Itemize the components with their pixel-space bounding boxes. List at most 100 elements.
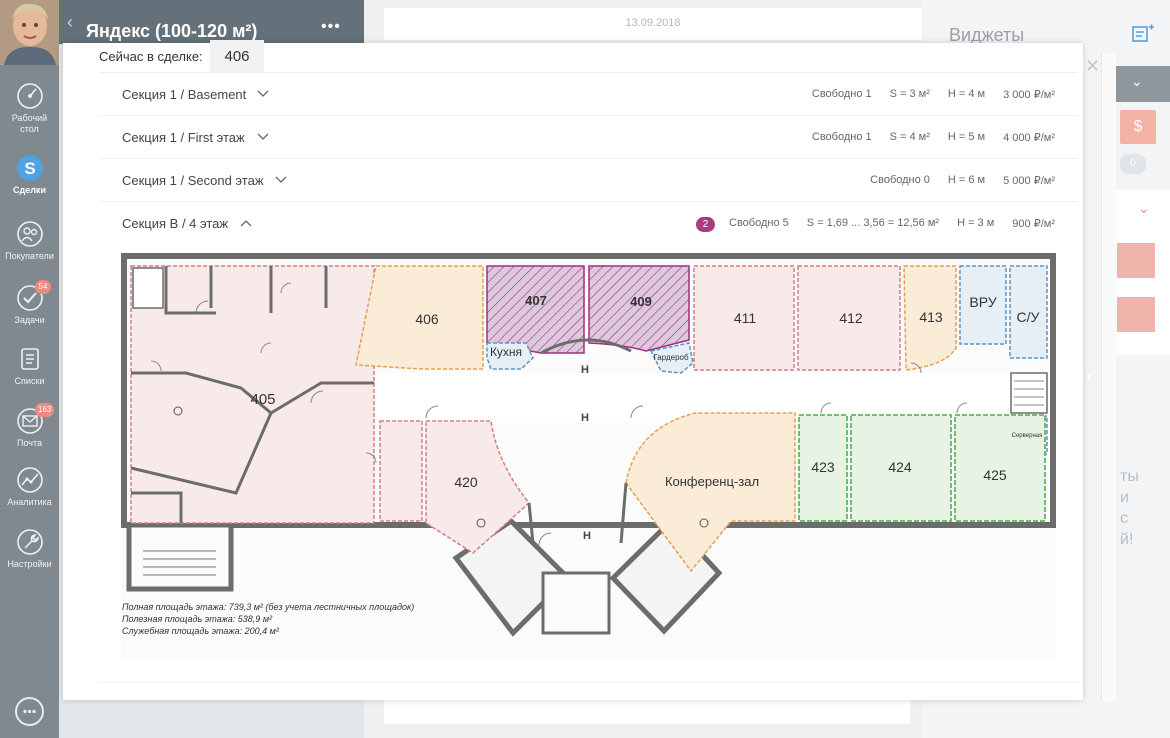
room-425[interactable]: 425	[983, 467, 1007, 483]
nav-buyers[interactable]: Покупатели	[0, 220, 59, 262]
dollar-icon: S	[16, 155, 43, 181]
room-423[interactable]: 423	[811, 459, 835, 475]
chevron-down-icon	[257, 133, 269, 140]
price: 900 ₽/м²	[1012, 218, 1055, 230]
price: 3 000 ₽/м²	[1003, 89, 1055, 101]
note-useful-area: Полезная площадь этажа: 538,9 м²	[122, 614, 273, 624]
users-icon	[16, 221, 43, 247]
deal-header: ‹ Яндекс (100-120 м²) •••	[59, 0, 364, 44]
svg-text:H: H	[583, 530, 591, 542]
nav-label: Настройки	[7, 559, 52, 569]
mail-badge: 163	[35, 403, 55, 417]
wrench-icon	[16, 529, 43, 555]
free-count: Свободно 0	[870, 174, 930, 186]
sidebar: Рабочий стол S Сделки Покупатели 54 Зада…	[0, 0, 59, 738]
section-row[interactable]: Секция 1 / Basement Свободно 1 S = 3 м² …	[99, 72, 1078, 115]
area: S = 1,69 ... 3,56 = 12,56 м²	[806, 217, 940, 229]
nav-label: Покупатели	[5, 251, 54, 261]
close-icon[interactable]: ✕	[1085, 56, 1100, 77]
chat-icon	[23, 709, 36, 714]
widget-count: 0	[1120, 154, 1146, 174]
nav-deals[interactable]: S Сделки	[0, 154, 59, 196]
room-server[interactable]: Серверная	[1012, 433, 1043, 439]
room-409[interactable]: 409	[630, 294, 652, 309]
section-name: Секция 1 / Basement	[122, 87, 247, 102]
section-name: Секция 1 / First этаж	[122, 130, 245, 145]
height: H = 6 м	[947, 174, 986, 186]
room-406[interactable]: 406	[415, 311, 439, 327]
free-count: Свободно 1	[811, 131, 872, 143]
floor-plan: HHH 405 406 407 409 411 412 413 ВРУ С/У …	[121, 253, 1056, 660]
chevron-down-icon	[275, 176, 287, 183]
height: H = 3 м	[957, 217, 995, 229]
room-wardrobe[interactable]: Гардероб	[653, 353, 689, 362]
svg-text:H: H	[581, 412, 589, 424]
nav-analytics[interactable]: Аналитика	[0, 466, 59, 508]
height: H = 5 м	[947, 131, 986, 143]
free-count: Свободно 1	[811, 88, 872, 100]
deal-title: Яндекс (100-120 м²)	[86, 21, 258, 41]
area: S = 3 м²	[889, 88, 930, 100]
section-row[interactable]: Секция 1 / First этаж Свободно 1 S = 4 м…	[99, 115, 1078, 158]
area: S = 4 м²	[889, 131, 930, 143]
free-count: Свободно 5	[729, 217, 789, 229]
tasks-badge: 54	[35, 280, 51, 294]
nav-tasks[interactable]: 54 Задачи	[0, 280, 59, 326]
section-row-expanded[interactable]: Секция B / 4 этаж 2 Свободно 5 S = 1,69 …	[99, 201, 1078, 244]
add-widget-icon[interactable]	[1132, 24, 1154, 44]
room-413[interactable]: 413	[919, 309, 943, 325]
room-411[interactable]: 411	[734, 310, 757, 326]
chevron-down-icon[interactable]: ⌄	[1138, 200, 1150, 217]
section-stats: Свободно 1 S = 4 м² H = 5 м 4 000 ₽/м²	[812, 131, 1055, 144]
divider	[99, 682, 1078, 683]
section-row[interactable]: Секция 1 / Second этаж Свободно 0 H = 6 …	[99, 158, 1078, 201]
current-value: 406	[210, 40, 264, 73]
widget-header[interactable]: ⌄	[1115, 66, 1170, 102]
section-name: Секция 1 / Second этаж	[122, 173, 264, 188]
avatar[interactable]	[0, 0, 59, 65]
current-label: Сейчас в сделке:	[99, 49, 203, 64]
nav-mail[interactable]: 163 Почта	[0, 403, 59, 449]
chevron-up-icon	[240, 220, 252, 227]
room-kitchen[interactable]: Кухня	[490, 345, 522, 359]
room-407[interactable]: 407	[525, 293, 547, 308]
date-label: 13.09.2018	[384, 8, 922, 40]
room-412[interactable]: 412	[839, 310, 863, 326]
note-service-area: Служебная площадь этажа: 200,4 м²	[122, 626, 280, 636]
section-stats: Свободно 0 H = 6 м 5 000 ₽/м²	[870, 174, 1055, 187]
speedometer-icon	[16, 83, 43, 109]
price: 4 000 ₽/м²	[1003, 132, 1055, 144]
nav-label: Сделки	[13, 185, 46, 195]
nav-label: Почта	[17, 438, 42, 448]
nav-label: Списки	[14, 376, 45, 386]
more-menu-button[interactable]: •••	[321, 18, 341, 36]
section-name: Секция B / 4 этаж	[122, 216, 229, 231]
svg-text:S: S	[24, 159, 35, 178]
nav-label: Аналитика	[7, 497, 52, 507]
nav-label: Рабочий стол	[11, 113, 48, 134]
section-stats: Свободно 1 S = 3 м² H = 4 м 3 000 ₽/м²	[812, 88, 1055, 101]
nav-lists[interactable]: Списки	[0, 345, 59, 387]
svg-text:H: H	[581, 364, 589, 376]
room-conference[interactable]: Конференц-зал	[665, 474, 759, 489]
room-405[interactable]: 405	[250, 391, 275, 408]
room-424[interactable]: 424	[888, 459, 912, 475]
chat-button[interactable]	[15, 697, 44, 726]
nav-dashboard[interactable]: Рабочий стол	[0, 82, 59, 135]
nav-settings[interactable]: Настройки	[0, 528, 59, 570]
back-chevron-icon[interactable]: ‹	[67, 12, 73, 33]
widget-action-button[interactable]	[1117, 297, 1155, 332]
section-stats: 2 Свободно 5 S = 1,69 ... 3,56 = 12,56 м…	[696, 217, 1055, 232]
room-su[interactable]: С/У	[1017, 309, 1040, 325]
dollar-widget-button[interactable]: $	[1120, 110, 1156, 144]
list-icon	[20, 348, 39, 370]
modal-scrollbar[interactable]	[1101, 53, 1116, 701]
widget-action-button[interactable]	[1117, 243, 1155, 278]
selected-count-badge: 2	[696, 217, 715, 232]
room-420[interactable]: 420	[454, 474, 478, 490]
price: 5 000 ₽/м²	[1003, 175, 1055, 187]
chart-icon	[16, 467, 43, 493]
chevron-down-icon	[257, 90, 269, 97]
chevron-right-icon[interactable]: ›	[1086, 368, 1091, 386]
room-vru[interactable]: ВРУ	[969, 294, 996, 310]
